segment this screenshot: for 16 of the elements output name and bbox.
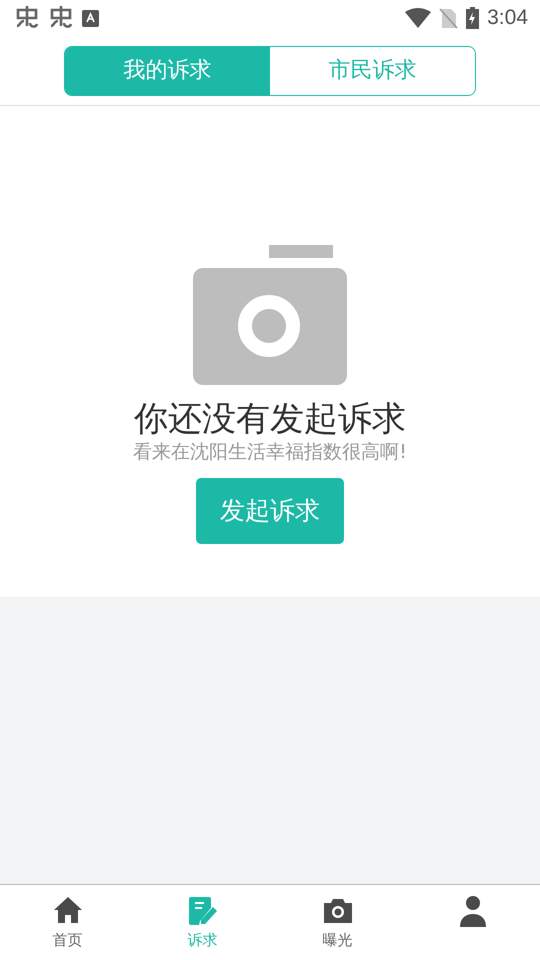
status-time: 3:04 [487,5,528,32]
empty-subtitle: 看来在沈阳生活幸福指数很高啊! [133,440,407,464]
empty-title: 你还没有发起诉求 [134,399,406,440]
tab[interactable]: 我的诉求 [65,46,270,94]
camera-icon [193,245,347,385]
keyboard-icon [82,10,99,26]
nav-tab[interactable]: 首页 [0,885,135,960]
nav-tab[interactable]: 曝光 [270,885,405,960]
battery-icon [466,7,480,29]
bug-icon [48,6,74,30]
note-pencil-icon [186,895,218,927]
no-sim-icon [439,8,458,28]
wifi-icon [405,8,432,28]
submit-request-button[interactable]: 发起诉求 [196,478,344,544]
bug-icon [14,6,40,30]
nav-tab[interactable]: 诉求 [135,885,270,960]
